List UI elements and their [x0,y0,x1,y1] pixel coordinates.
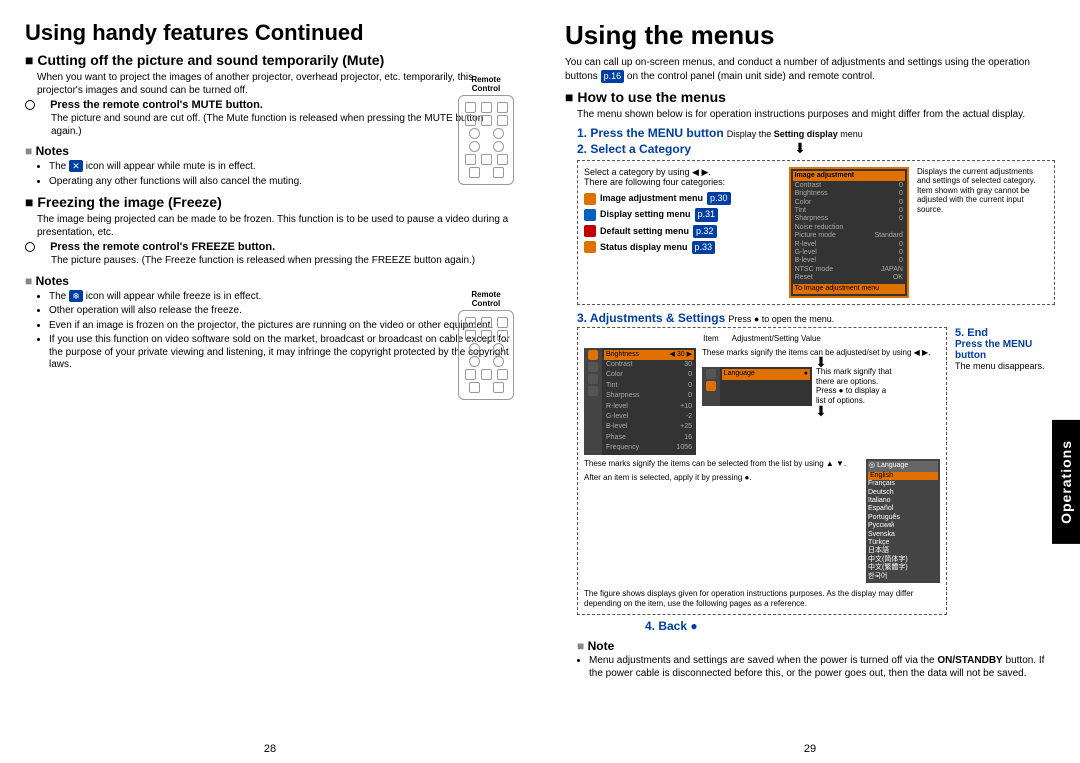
step-5: 5. End Press the MENU button The menu di… [955,327,1055,615]
right-page: Using the menus You can call up on-scree… [540,0,1080,763]
left-title: Using handy features Continued [25,20,515,46]
page-number-left: 28 [0,743,540,755]
howto-heading: How to use the menus [565,89,1055,105]
default-setting-icon [584,225,596,237]
arrow-down-icon: ⬇ [702,357,940,367]
arrow-down-icon: ⬇ [702,406,940,416]
mute-icon: ✕ [69,160,83,172]
step-4: 4. Back ● [645,619,1055,633]
freeze-step: Press the remote control's FREEZE button… [25,241,515,253]
image-adjustment-icon [584,193,596,205]
adj-footnote: The figure shows displays given for oper… [584,589,940,608]
step-3: 3. Adjustments & Settings Press ● to ope… [577,311,1055,325]
mute-step-desc: The picture and sound are cut off. (The … [51,113,515,138]
freeze-icon: ❄ [69,290,83,302]
bullet-icon [25,242,35,252]
display-setting-icon [584,209,596,221]
freeze-intro: The image being projected can be made to… [37,214,515,239]
freeze-heading: Freezing the image (Freeze) [25,194,515,210]
adj-callout-4: After an item is selected, apply it by p… [584,473,860,483]
section-tab: Operations [1052,420,1080,544]
osd-preview-2: Brightness◀ 30 ▶ Contrast30 Color0 Tint0… [584,348,696,456]
adjustments-flow-box: Item Adjustment/Setting Value Brightness… [577,327,947,615]
right-intro: You can call up on-screen menus, and con… [565,57,1055,83]
status-display-icon [584,241,596,253]
right-note-h: Note [577,639,1055,653]
osd-language-list: ◎ Language English Français Deutsch Ital… [866,459,940,582]
adj-callout-2: This mark signify that there are options… [816,367,896,405]
adj-callout-3: These marks signify the items can be sel… [584,459,860,469]
page-number-right: 29 [540,743,1080,755]
freeze-notes-h: Notes [25,274,515,288]
osd-preview-1: Image adjustment Contrast0 Brightness0 C… [789,167,909,298]
left-page: Using handy features Continued Cutting o… [0,0,540,763]
mute-notes-h: Notes [25,144,515,158]
page-ref-icon: p.16 [601,70,625,83]
menu-category-list: Image adjustment menu p.30 Display setti… [584,192,781,254]
bullet-icon [25,100,35,110]
category-flow-box: Select a category by using ◀ ▶. There ar… [577,160,1055,305]
right-title: Using the menus [565,20,1055,51]
mute-intro: When you want to project the images of a… [37,72,515,97]
remote-control-diagram-1: Remote Control [458,75,514,185]
mute-notes: The ✕ icon will appear while mute is in … [37,160,515,188]
arrow-down-icon: ⬇ [794,140,806,156]
mute-heading: Cutting off the picture and sound tempor… [25,52,515,68]
category-description: Displays the current adjustments and set… [917,167,1048,298]
howto-intro: The menu shown below is for operation in… [577,109,1055,122]
remote-control-diagram-2: Remote Control [458,290,514,400]
step-2: 2. Select a Category ⬇ [577,142,1055,156]
freeze-step-desc: The picture pauses. (The Freeze function… [51,255,515,268]
osd-preview-3: Language● [702,367,812,405]
mute-step: Press the remote control's MUTE button. [25,99,515,111]
freeze-notes: The ❄ icon will appear while freeze is i… [37,290,515,372]
step-1: 1. Press the MENU button Display the Set… [577,126,1055,140]
right-notes: Menu adjustments and settings are saved … [577,655,1055,680]
